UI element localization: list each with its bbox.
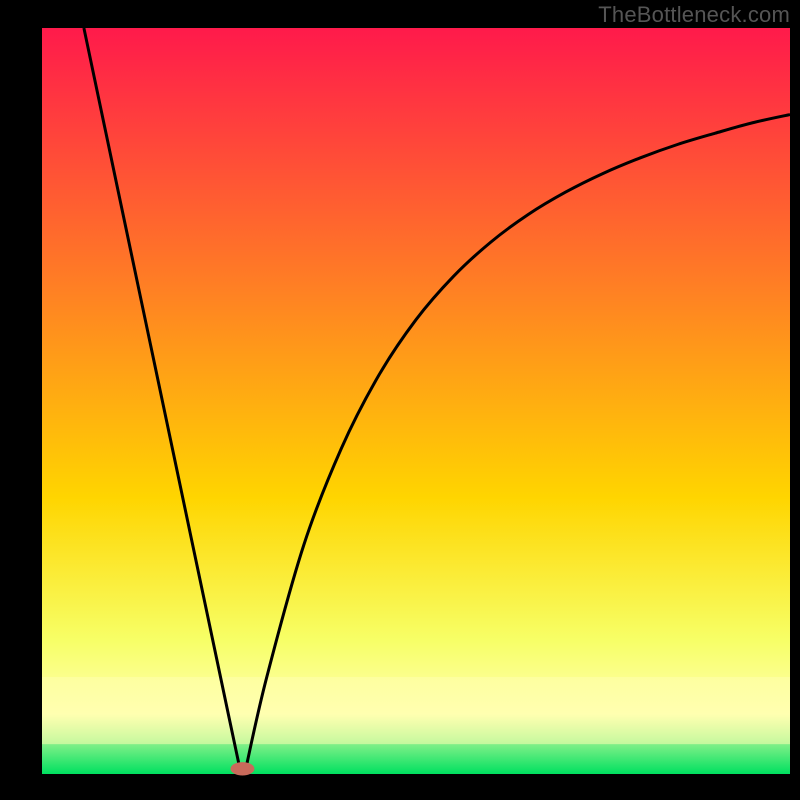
chart-frame: TheBottleneck.com — [0, 0, 800, 800]
plot-background — [42, 28, 790, 774]
chart-svg — [0, 0, 800, 800]
highlight-band — [42, 677, 790, 744]
minimum-marker — [230, 762, 254, 775]
